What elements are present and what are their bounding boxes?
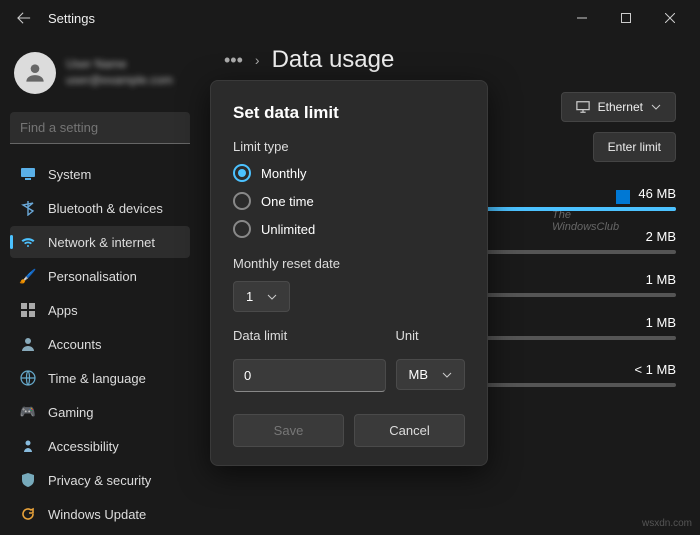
- nav-icon: 🎮: [20, 404, 36, 420]
- usage-value: 1 MB: [646, 272, 676, 287]
- radio-circle-icon: [233, 164, 251, 182]
- sidebar-item-label: Accessibility: [48, 439, 119, 454]
- sidebar-item-label: Personalisation: [48, 269, 137, 284]
- sidebar-item-accounts[interactable]: Accounts: [10, 328, 190, 360]
- radio-monthly[interactable]: Monthly: [233, 164, 465, 182]
- sidebar-item-gaming[interactable]: 🎮 Gaming: [10, 396, 190, 428]
- cancel-button[interactable]: Cancel: [354, 414, 465, 447]
- sidebar-item-apps[interactable]: Apps: [10, 294, 190, 326]
- window-title: Settings: [48, 11, 95, 26]
- radio-one-time[interactable]: One time: [233, 192, 465, 210]
- usage-value: < 1 MB: [634, 362, 676, 377]
- limit-type-label: Limit type: [233, 139, 465, 154]
- dialog-title: Set data limit: [233, 103, 465, 123]
- sidebar-item-accessibility[interactable]: Accessibility: [10, 430, 190, 462]
- sidebar-item-label: Windows Update: [48, 507, 146, 522]
- profile[interactable]: User Name user@example.com: [10, 44, 190, 102]
- sidebar-item-privacy-security[interactable]: Privacy & security: [10, 464, 190, 496]
- nav-icon: [20, 506, 36, 522]
- save-button: Save: [233, 414, 344, 447]
- radio-circle-icon: [233, 220, 251, 238]
- set-data-limit-dialog: Set data limit Limit type Monthly One ti…: [210, 80, 488, 466]
- sidebar-item-label: Time & language: [48, 371, 146, 386]
- nav-icon: [20, 200, 36, 216]
- reset-date-select[interactable]: 1: [233, 281, 290, 312]
- sidebar-item-time-language[interactable]: Time & language: [10, 362, 190, 394]
- sidebar-item-windows-update[interactable]: Windows Update: [10, 498, 190, 530]
- reset-date-label: Monthly reset date: [233, 256, 465, 271]
- nav-icon: [20, 438, 36, 454]
- nav-icon: [20, 370, 36, 386]
- sidebar-item-bluetooth-devices[interactable]: Bluetooth & devices: [10, 192, 190, 224]
- usage-value: 46 MB: [638, 186, 676, 201]
- sidebar-item-label: Bluetooth & devices: [48, 201, 163, 216]
- sidebar-item-system[interactable]: System: [10, 158, 190, 190]
- nav-icon: [20, 302, 36, 318]
- profile-name: User Name user@example.com: [66, 57, 173, 88]
- monitor-icon: [576, 100, 590, 114]
- connection-dropdown[interactable]: Ethernet: [561, 92, 676, 122]
- radio-unlimited[interactable]: Unlimited: [233, 220, 465, 238]
- sidebar: User Name user@example.com System Bluetoo…: [0, 36, 200, 535]
- sidebar-item-label: Gaming: [48, 405, 94, 420]
- nav-icon: 🖌️: [20, 268, 36, 284]
- sidebar-item-network-internet[interactable]: Network & internet: [10, 226, 190, 258]
- usage-value: 1 MB: [646, 315, 676, 330]
- chevron-down-icon: [651, 102, 661, 112]
- usage-value: 2 MB: [646, 229, 676, 244]
- search-input[interactable]: [10, 112, 190, 144]
- unit-label: Unit: [396, 328, 466, 343]
- breadcrumb: ••• › Data usage: [224, 46, 676, 74]
- nav-icon: [20, 472, 36, 488]
- radio-circle-icon: [233, 192, 251, 210]
- chevron-down-icon: [267, 292, 277, 302]
- data-limit-label: Data limit: [233, 328, 386, 343]
- chevron-right-icon: ›: [255, 52, 260, 68]
- nav-icon: [20, 234, 36, 250]
- data-limit-input[interactable]: [233, 359, 386, 392]
- sidebar-item-label: Apps: [48, 303, 78, 318]
- sidebar-item-label: Privacy & security: [48, 473, 151, 488]
- sidebar-item-label: System: [48, 167, 91, 182]
- chevron-down-icon: [442, 370, 452, 380]
- sidebar-item-label: Accounts: [48, 337, 101, 352]
- page-title: Data usage: [272, 46, 395, 74]
- maximize-button[interactable]: [604, 2, 648, 34]
- enter-limit-button[interactable]: Enter limit: [593, 132, 676, 162]
- sidebar-item-personalisation[interactable]: 🖌️ Personalisation: [10, 260, 190, 292]
- breadcrumb-more-icon[interactable]: •••: [224, 50, 243, 71]
- unit-select[interactable]: MB: [396, 359, 466, 390]
- back-button[interactable]: [8, 2, 40, 34]
- sidebar-item-label: Network & internet: [48, 235, 155, 250]
- footer-watermark: wsxdn.com: [642, 518, 692, 529]
- minimize-button[interactable]: [560, 2, 604, 34]
- watermark: The WindowsClub: [552, 190, 630, 233]
- close-button[interactable]: [648, 2, 692, 34]
- nav-icon: [20, 336, 36, 352]
- nav-icon: [20, 166, 36, 182]
- avatar: [14, 52, 56, 94]
